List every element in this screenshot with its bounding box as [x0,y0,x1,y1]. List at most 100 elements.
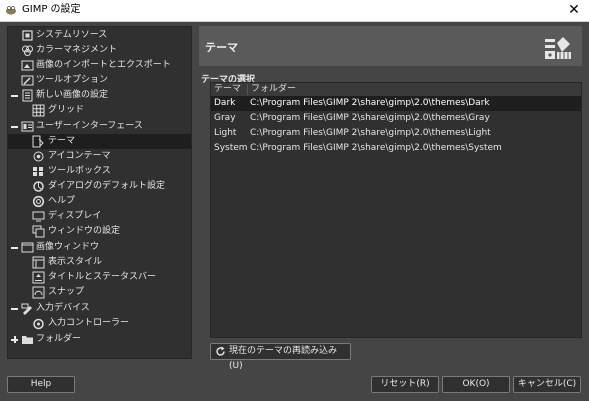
theme-folder: C:\Program Files\GIMP 2\share\gimp\2.0\t… [250,98,490,108]
tree-item-appearance[interactable]: 表示スタイル [8,255,191,270]
column-divider [247,84,248,95]
tree-item-folders[interactable]: フォルダー [8,332,191,347]
close-icon[interactable]: ✕ [565,1,583,19]
tree-item-label: ディスプレイ [48,211,102,221]
table-row[interactable]: Light C:\Program Files\GIMP 2\share\gimp… [211,126,581,141]
theme-folder: C:\Program Files\GIMP 2\share\gimp\2.0\t… [250,128,491,138]
tree-item-label: フォルダー [36,334,82,344]
column-header-folder[interactable]: フォルダー [251,83,296,96]
image-window-icon [21,242,34,253]
tree-item-toolbox[interactable]: ツールボックス [8,164,191,179]
user-interface-icon [21,121,34,132]
theme-palette-icon [545,37,571,59]
snapping-icon [32,286,45,299]
tree-item-import-export[interactable]: 画像のインポートとエクスポート [8,58,191,73]
window-management-icon [32,225,45,238]
tree-item-input-controllers[interactable]: 入力コントローラー [8,316,191,331]
tree-item-label: テーマ [48,136,76,146]
tree-item-label: ツールオプション [36,75,109,85]
collapse-icon[interactable] [11,92,18,99]
toolbox-icon [33,167,43,176]
tree-item-label: アイコンテーマ [48,151,111,161]
appearance-icon [32,256,45,269]
tree-item-label: システムリソース [36,30,108,40]
table-row[interactable]: System C:\Program Files\GIMP 2\share\gim… [211,141,581,156]
new-image-icon [22,89,33,102]
collapse-icon[interactable] [11,123,18,130]
folders-icon [22,336,33,344]
tree-item-user-interface[interactable]: ユーザーインターフェース [8,119,191,134]
title-statusbar-icon [32,271,45,284]
help-button[interactable]: Help [7,376,75,393]
page-header: テーマ [199,26,582,66]
tree-item-label: 入力コントローラー [48,318,130,328]
tree-item-label: 画像のインポートとエクスポート [36,60,171,70]
tree-item-label: 新しい画像の設定 [36,90,109,100]
tree-item-color-management[interactable]: カラーマネジメント [8,43,191,58]
tree-item-label: ツールボックス [48,166,111,176]
input-controllers-icon [33,318,44,330]
import-export-icon [21,60,34,71]
tree-item-snapping[interactable]: スナップ [8,285,191,300]
tree-item-label: グリッド [48,105,85,115]
reload-theme-button[interactable]: 現在のテーマの再読み込み(U) [210,343,351,371]
help-icon [32,195,45,208]
tree-item-label: ウィンドウの設定 [48,226,121,236]
tree-item-icon-theme[interactable]: アイコンテーマ [8,149,191,164]
tree-item-tool-options[interactable]: ツールオプション [8,73,191,88]
title-bar: GIMP の設定 ✕ [0,0,589,22]
reload-theme-label: 現在のテーマの再読み込み(U) [229,346,338,371]
icon-theme-icon [33,151,44,162]
tree-item-label: ヘルプ [48,196,76,206]
collapse-icon[interactable] [11,305,18,312]
theme-name: System [214,143,248,153]
system-resources-icon [22,30,33,41]
cancel-button[interactable]: キャンセル(C) [513,376,581,393]
expand-icon[interactable] [11,336,18,343]
reset-button[interactable]: リセット(R) [371,376,439,393]
tree-item-label: 画像ウィンドウ [36,242,100,252]
theme-icon [32,135,44,148]
tool-options-icon [21,75,34,86]
grid-icon [32,104,45,117]
table-row[interactable]: Dark C:\Program Files\GIMP 2\share\gimp\… [211,96,581,111]
tree-item-label: スナップ [48,287,85,297]
tree-item-label: 表示スタイル [48,257,103,267]
tree-item-label: ユーザーインターフェース [36,121,143,131]
page-title: テーマ [205,41,238,54]
table-header: テーマ フォルダー [211,83,581,97]
tree-item-display[interactable]: ディスプレイ [8,209,191,224]
tree-item-input-devices[interactable]: 入力デバイス [8,301,191,316]
theme-name: Light [214,128,237,138]
gimp-app-icon [6,6,16,15]
tree-item-help[interactable]: ヘルプ [8,194,191,209]
tree-item-title-statusbar[interactable]: タイトルとステータスバー [8,270,191,285]
theme-name: Dark [214,98,236,108]
window-title: GIMP の設定 [22,4,81,15]
collapse-icon[interactable] [11,244,18,251]
tree-item-image-window[interactable]: 画像ウィンドウ [8,240,191,255]
theme-list[interactable]: テーマ フォルダー Dark C:\Program Files\GIMP 2\s… [210,82,582,338]
tree-item-label: 入力デバイス [36,303,90,313]
dialog-defaults-icon [33,181,44,192]
tree-item-new-image[interactable]: 新しい画像の設定 [8,88,191,103]
ok-button[interactable]: OK(O) [442,376,510,393]
tree-item-label: タイトルとステータスバー [48,272,157,282]
input-devices-icon [21,303,32,315]
tree-item-label: カラーマネジメント [36,45,118,55]
tree-item-grid[interactable]: グリッド [8,103,191,118]
tree-item-dialog-defaults[interactable]: ダイアログのデフォルト設定 [8,179,191,194]
theme-name: Gray [214,113,236,123]
table-row[interactable]: Gray C:\Program Files\GIMP 2\share\gimp\… [211,111,581,126]
color-management-icon [22,45,33,56]
theme-folder: C:\Program Files\GIMP 2\share\gimp\2.0\t… [250,113,490,123]
tree-item-system-resources[interactable]: システムリソース [8,28,191,43]
tree-item-window-management[interactable]: ウィンドウの設定 [8,224,191,239]
theme-folder: C:\Program Files\GIMP 2\share\gimp\2.0\t… [250,143,502,153]
tree-item-theme[interactable]: テーマ [8,134,191,149]
tree-item-label: ダイアログのデフォルト設定 [48,181,166,191]
reload-icon [216,346,225,356]
column-header-theme[interactable]: テーマ [214,83,241,96]
preferences-tree[interactable]: システムリソース カラーマネジメント 画像のインポートとエクスポート ツールオプ… [7,26,192,359]
display-icon [32,211,45,222]
